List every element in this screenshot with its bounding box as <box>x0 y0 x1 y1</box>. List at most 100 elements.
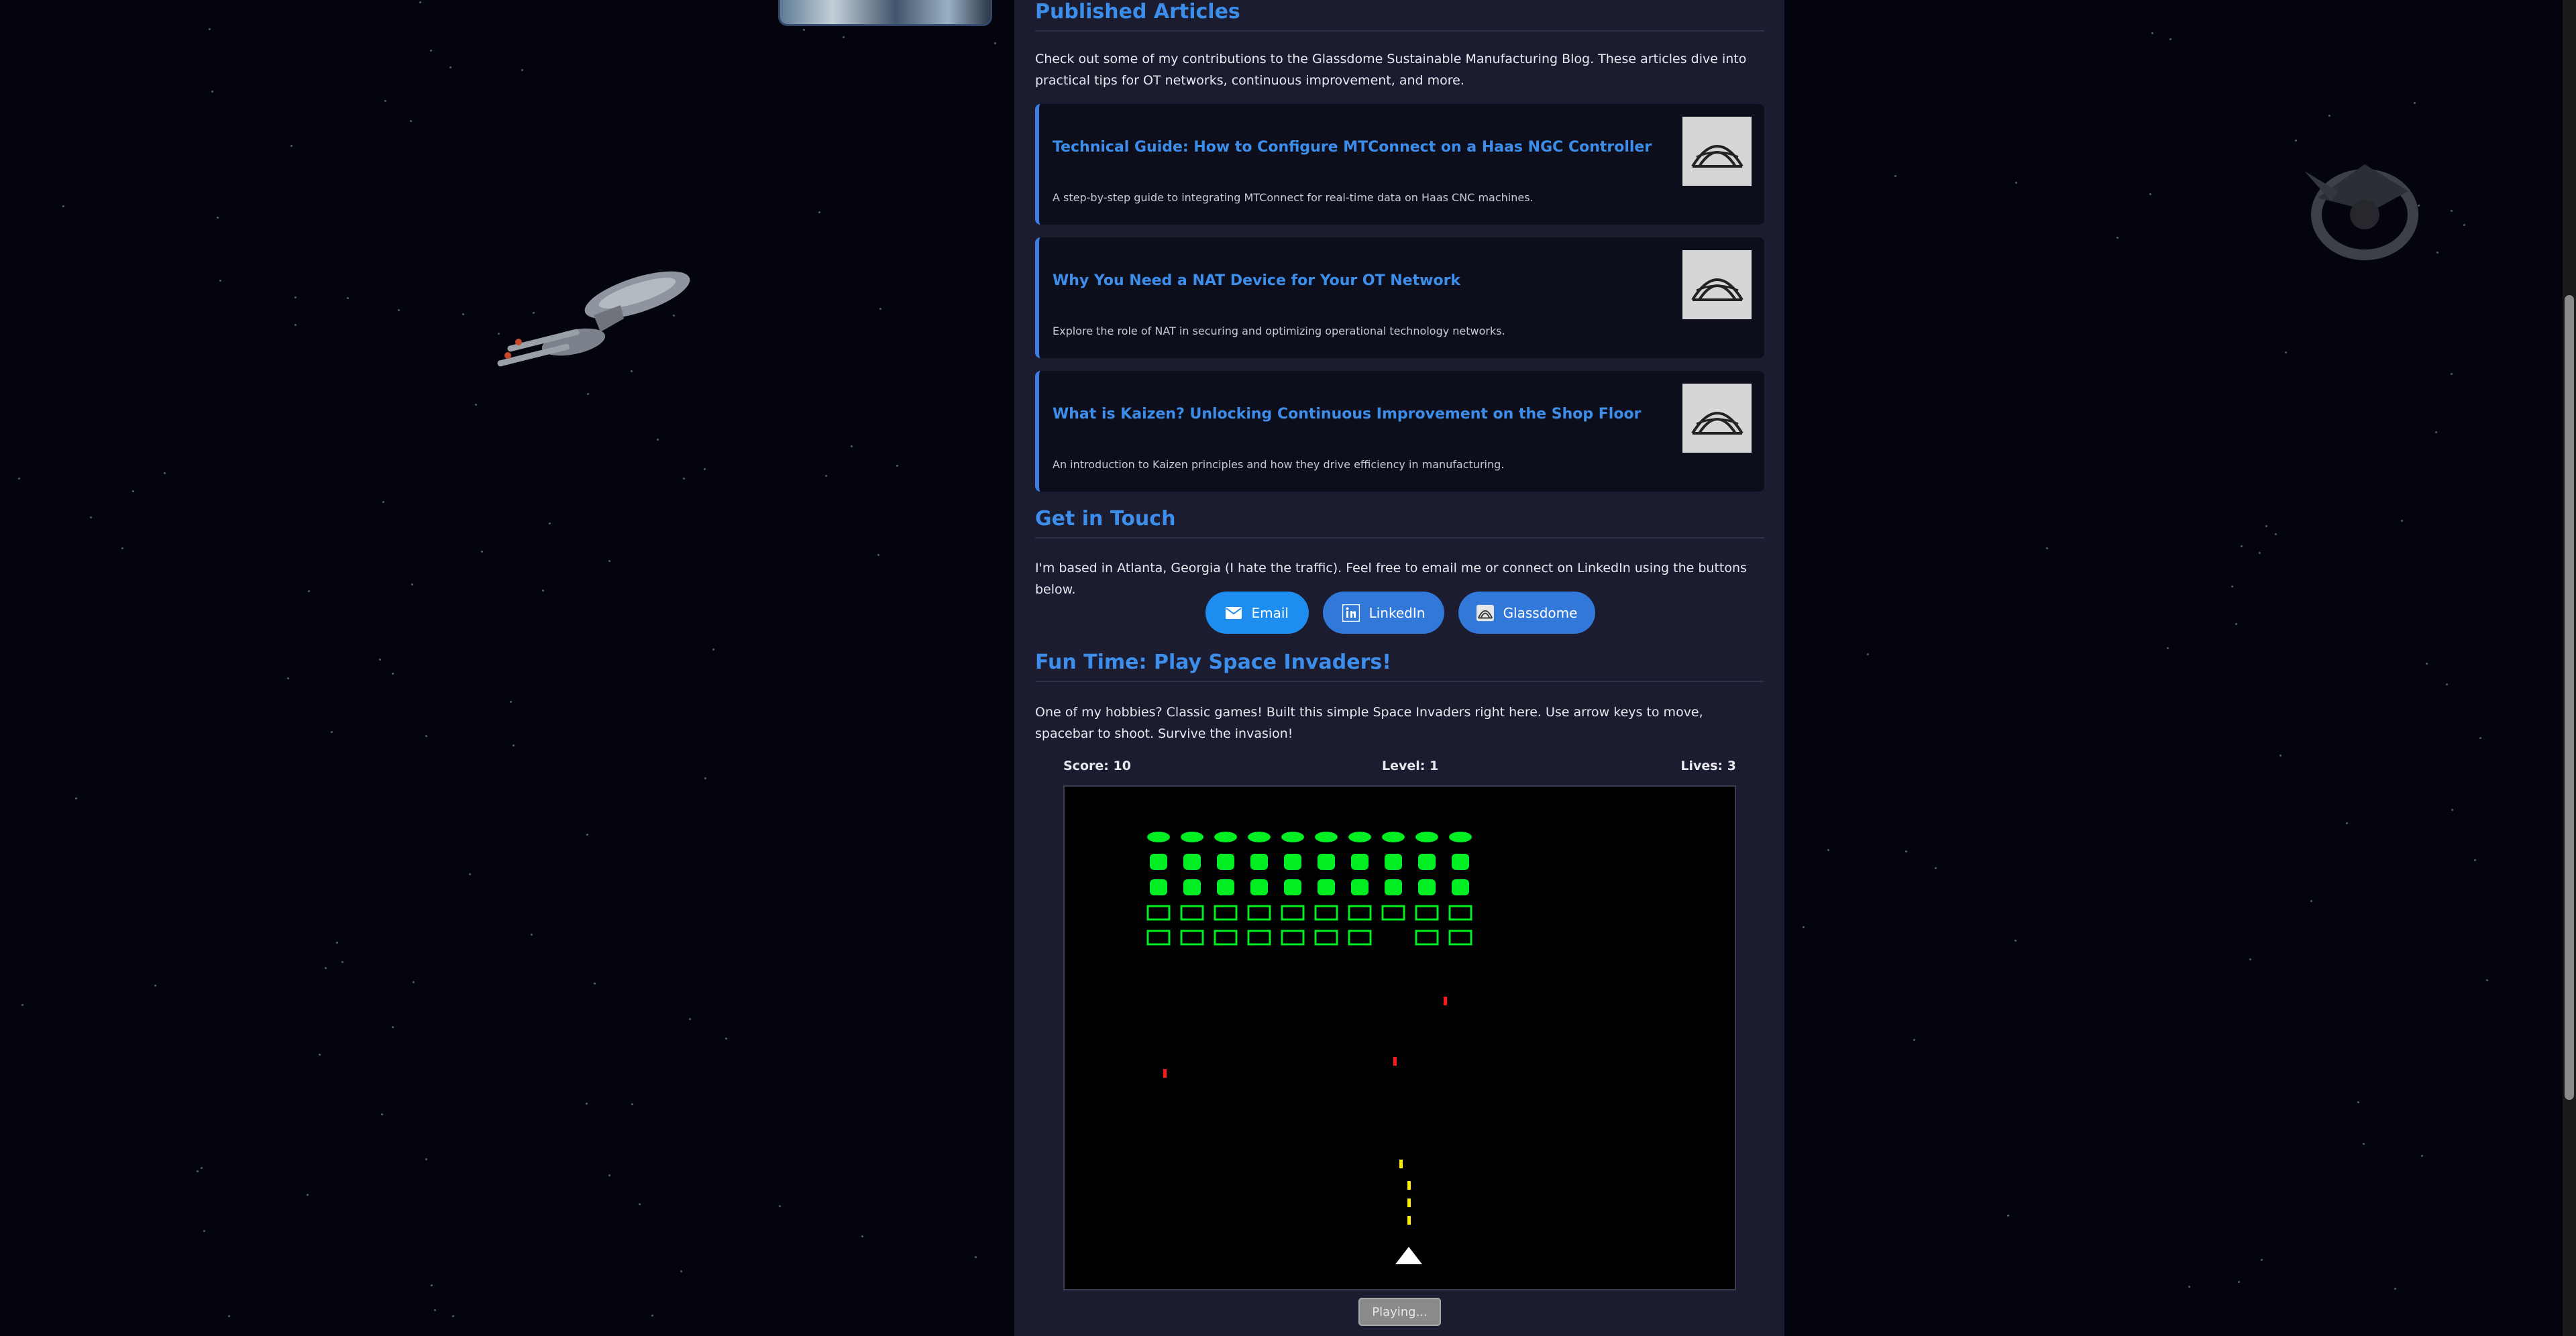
star <box>2231 586 2233 588</box>
star <box>75 797 78 799</box>
star <box>877 553 879 556</box>
glassdome-button[interactable]: Glassdome <box>1458 592 1595 634</box>
star <box>824 474 827 477</box>
invader <box>1247 905 1271 921</box>
invader <box>1452 879 1469 895</box>
invader <box>1415 930 1439 946</box>
star <box>683 477 686 480</box>
player-bullet <box>1407 1181 1411 1190</box>
star <box>712 648 715 651</box>
star <box>121 547 124 550</box>
invader <box>1180 905 1204 921</box>
invader <box>1382 832 1405 842</box>
star <box>227 1315 230 1318</box>
article-link[interactable]: Technical Guide: How to Configure MTConn… <box>1053 139 1652 156</box>
star <box>2169 38 2172 41</box>
invader <box>1315 832 1338 842</box>
scrollbar-thumb[interactable] <box>2565 295 2574 1100</box>
invader <box>1250 854 1268 870</box>
article-link[interactable]: Why You Need a NAT Device for Your OT Ne… <box>1053 272 1460 289</box>
star <box>425 1158 427 1161</box>
invader <box>1217 879 1234 895</box>
star <box>2249 958 2252 961</box>
lives-display: Lives: 3 <box>1680 759 1736 773</box>
star <box>462 313 464 316</box>
glassdome-logo-icon[interactable] <box>1682 117 1752 186</box>
star <box>154 985 157 987</box>
button-label: LinkedIn <box>1368 604 1426 621</box>
star <box>1905 850 1908 852</box>
star <box>2414 101 2416 104</box>
star <box>410 119 413 122</box>
player-bullet <box>1407 1216 1411 1225</box>
star <box>2235 622 2238 625</box>
star <box>217 216 219 219</box>
star <box>2014 940 2017 942</box>
invader <box>1348 905 1372 921</box>
invader <box>1448 930 1472 946</box>
page-scrollbar[interactable] <box>2563 0 2576 1336</box>
glassdome-logo-icon <box>1476 604 1494 622</box>
star <box>379 658 382 661</box>
invader <box>1318 854 1335 870</box>
invader <box>1415 905 1439 921</box>
star <box>2463 223 2466 226</box>
star <box>2436 251 2438 254</box>
invader <box>1415 832 1438 842</box>
star <box>2258 552 2261 555</box>
star <box>319 1053 321 1056</box>
star <box>452 1315 455 1318</box>
star <box>843 36 845 39</box>
star <box>656 439 659 441</box>
star <box>704 777 707 780</box>
game-text: One of my hobbies? Classic games! Built … <box>1035 705 1703 741</box>
article-card[interactable]: What is Kaizen? Unlocking Continuous Imp… <box>1035 371 1764 492</box>
invader <box>1348 930 1372 946</box>
star <box>331 730 333 733</box>
star <box>2346 822 2349 825</box>
glassdome-logo-icon[interactable] <box>1682 250 1752 319</box>
star <box>542 590 545 592</box>
game-status-button[interactable]: Playing... <box>1358 1298 1441 1326</box>
star <box>704 468 706 471</box>
star <box>521 69 524 72</box>
star <box>631 1103 633 1105</box>
invader <box>1281 832 1304 842</box>
invader <box>1180 930 1204 946</box>
profile-photo <box>778 0 992 26</box>
star <box>2045 547 2048 549</box>
star <box>413 981 415 983</box>
star <box>2116 237 2118 239</box>
star <box>197 1170 199 1172</box>
star <box>382 500 385 503</box>
star <box>2363 1142 2365 1145</box>
invader <box>1418 854 1436 870</box>
star <box>2237 1281 2240 1284</box>
star <box>2446 683 2449 685</box>
invader <box>1183 854 1201 870</box>
star <box>391 1026 394 1029</box>
star <box>449 66 451 69</box>
invader <box>1448 905 1472 921</box>
linkedin-button[interactable]: LinkedIn <box>1323 592 1444 634</box>
star <box>974 1256 977 1259</box>
star <box>1867 653 1870 656</box>
game-section: Fun Time: Play Space Invaders! <box>1035 651 1764 682</box>
button-label: Glassdome <box>1503 604 1578 621</box>
star <box>1913 1039 1916 1042</box>
article-link[interactable]: What is Kaizen? Unlocking Continuous Imp… <box>1053 406 1641 423</box>
star <box>2357 1101 2359 1104</box>
star <box>2149 193 2152 196</box>
game-canvas[interactable] <box>1063 785 1736 1290</box>
star <box>468 873 471 875</box>
email-button[interactable]: Email <box>1205 592 1309 634</box>
star <box>2451 373 2453 376</box>
article-card[interactable]: Why You Need a NAT Device for Your OT Ne… <box>1035 237 1764 358</box>
star <box>2486 979 2489 981</box>
article-card[interactable]: Technical Guide: How to Configure MTConn… <box>1035 104 1764 225</box>
star <box>608 1174 610 1176</box>
glassdome-logo-icon[interactable] <box>1682 384 1752 453</box>
star <box>131 490 134 492</box>
star <box>2294 139 2297 142</box>
star <box>341 961 344 964</box>
